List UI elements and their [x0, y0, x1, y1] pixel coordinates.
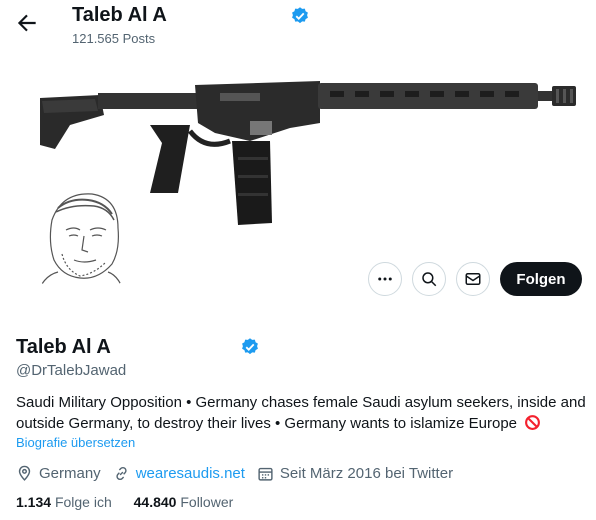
message-button[interactable] [456, 262, 490, 296]
verified-badge-icon [290, 6, 310, 26]
no-entry-icon [524, 414, 541, 437]
post-count: 121.565 Posts [72, 31, 156, 46]
followers-link[interactable]: 44.840 Follower [134, 494, 234, 510]
website-link[interactable]: wearesaudis.net [136, 465, 245, 482]
mail-icon [465, 273, 481, 285]
search-button[interactable] [412, 262, 446, 296]
profile-name: Taleb Al A [16, 336, 111, 358]
website-item[interactable]: wearesaudis.net [113, 465, 245, 482]
bio-text: Saudi Military Opposition • Germany chas… [16, 394, 586, 432]
profile-stats: 1.134 Folge ich 44.840 Follower [16, 494, 251, 510]
following-link[interactable]: 1.134 Folge ich [16, 494, 116, 510]
more-button[interactable] [368, 262, 402, 296]
header-title-container: Taleb Al A [72, 4, 172, 32]
back-arrow-icon[interactable] [14, 10, 40, 36]
avatar[interactable] [18, 176, 144, 302]
location-item: Germany [16, 465, 101, 482]
search-icon [422, 272, 437, 287]
profile-bio: Saudi Military Opposition • Germany chas… [16, 392, 586, 437]
joined-item: Seit März 2016 bei Twitter [257, 465, 453, 482]
location-icon [18, 465, 31, 481]
profile-handle: @DrTalebJawad [16, 362, 127, 379]
link-icon [116, 466, 127, 480]
location-text: Germany [39, 464, 101, 482]
header-title: Taleb Al A [72, 4, 167, 26]
followers-count: 44.840 [133, 494, 177, 510]
follow-button[interactable]: Folgen [500, 262, 582, 296]
joined-text: Seit März 2016 bei Twitter [279, 464, 454, 482]
following-count: 1.134 [16, 494, 52, 510]
following-label: Folge ich [54, 494, 112, 510]
calendar-icon [258, 467, 273, 481]
translate-bio-link[interactable]: Biografie übersetzen [16, 435, 135, 450]
top-bar: Taleb Al A 121.565 Posts [0, 0, 596, 53]
verified-badge-icon[interactable] [240, 337, 260, 357]
more-icon [378, 277, 392, 281]
followers-label: Follower [180, 494, 234, 510]
profile-meta: Germany wearesaudis.net Seit März 2016 b… [16, 462, 465, 484]
